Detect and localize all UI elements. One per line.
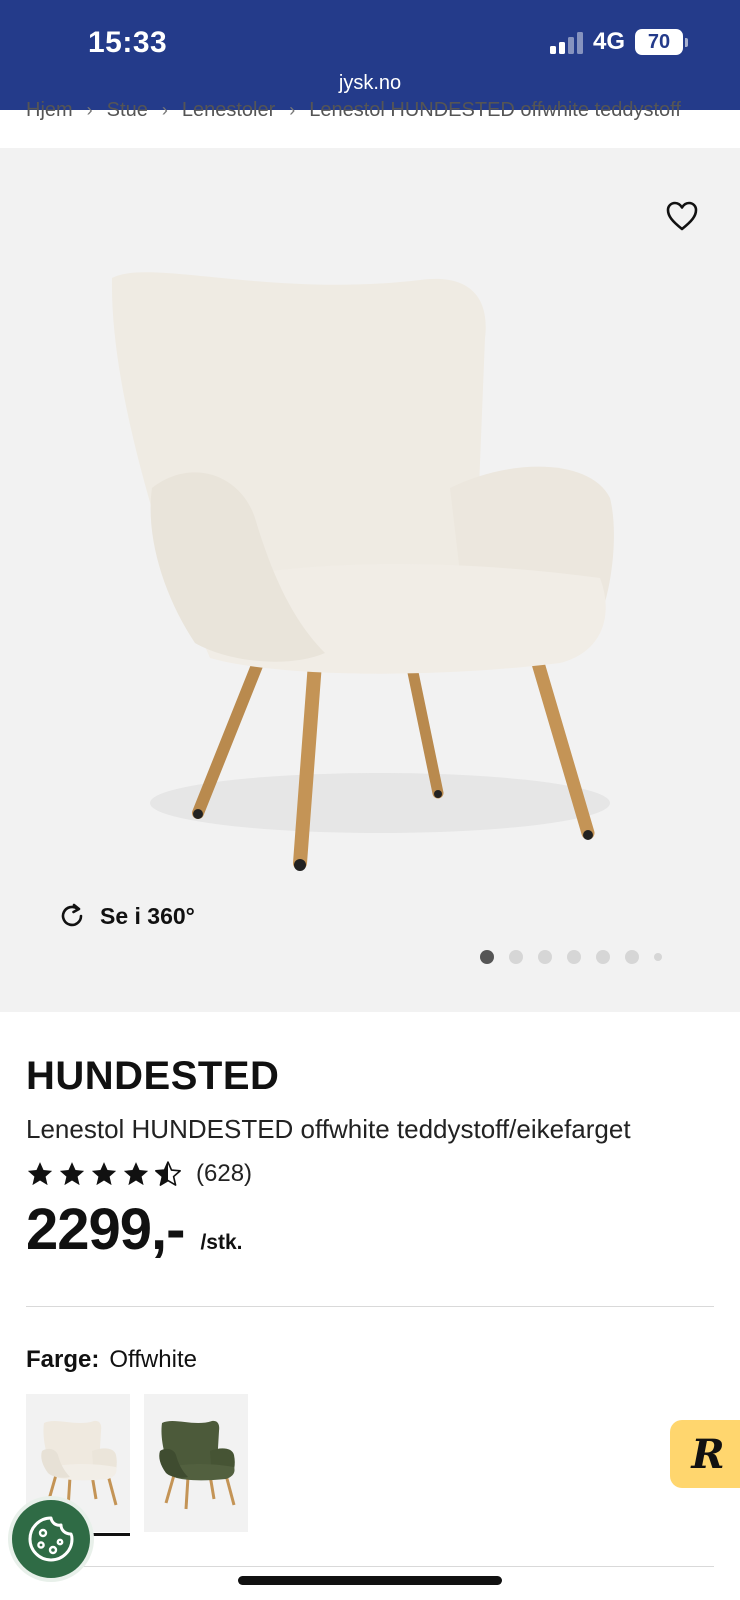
signal-icon [549,30,583,54]
product-brand: HUNDESTED [26,1054,280,1098]
color-label: Farge: [26,1346,100,1373]
battery-icon: 70 [635,29,688,55]
star-half-icon [155,1161,181,1186]
pagination-dot[interactable] [654,953,662,961]
product-image-armchair [111,272,614,871]
pagination-dot[interactable] [567,950,581,964]
price-unit: /stk. [200,1231,243,1254]
breadcrumb-item-living-room[interactable]: Stue [107,99,148,122]
review-count[interactable]: (628) [196,1160,252,1188]
price-row: 2299,- /stk. [26,1196,243,1263]
cookie-settings-button[interactable] [8,1496,94,1582]
pagination-dot[interactable] [625,950,639,964]
cookie-icon [28,1516,74,1562]
product-rating[interactable]: (628) [26,1160,252,1188]
product-gallery[interactable]: Se i 360° [0,148,740,1012]
network-label: 4G [592,28,625,55]
reviews-badge-letter: R [691,1430,725,1478]
chevron-right-icon: › [86,99,93,120]
view-360-label: Se i 360° [100,902,195,929]
product-name: Lenestol HUNDESTED offwhite teddystoff/e… [26,1114,631,1144]
chevron-right-icon: › [161,99,168,120]
divider [26,1306,714,1307]
breadcrumb: Hjem › Stue › Lenestoler › Lenestol HUND… [26,96,716,124]
star-full-icon [91,1162,117,1186]
pagination-dot[interactable] [509,950,523,964]
color-swatch-green[interactable] [144,1394,248,1532]
status-indicators: 4G 70 [549,28,688,56]
gallery-pagination[interactable] [480,950,662,964]
status-bar: 15:33 4G 70 jysk.no [0,0,740,110]
home-indicator[interactable] [238,1576,502,1585]
color-selector-label: Farge: Offwhite [26,1346,197,1374]
url-label[interactable]: jysk.no [0,72,740,95]
product-price: 2299,- [26,1197,185,1262]
divider [26,1566,714,1567]
heart-outline-icon [666,201,698,231]
star-full-icon [123,1162,149,1186]
reviews-badge[interactable]: R [670,1420,740,1488]
swatch-image-green [159,1420,236,1510]
battery-level: 70 [635,29,683,55]
star-full-icon [59,1162,85,1186]
favorite-button[interactable] [662,196,702,236]
pagination-dot[interactable] [596,950,610,964]
pagination-dot[interactable] [480,950,494,964]
color-value: Offwhite [109,1346,197,1373]
breadcrumb-item-armchairs[interactable]: Lenestoler [182,99,275,122]
rotate-icon [61,903,83,927]
view-360-button[interactable]: Se i 360° [58,902,195,930]
breadcrumb-item-home[interactable]: Hjem [26,99,73,122]
chevron-right-icon: › [289,99,296,120]
status-time: 15:33 [88,26,168,59]
star-full-icon [27,1162,53,1186]
pagination-dot[interactable] [538,950,552,964]
breadcrumb-item-current: Lenestol HUNDESTED offwhite teddystoff [309,98,681,121]
